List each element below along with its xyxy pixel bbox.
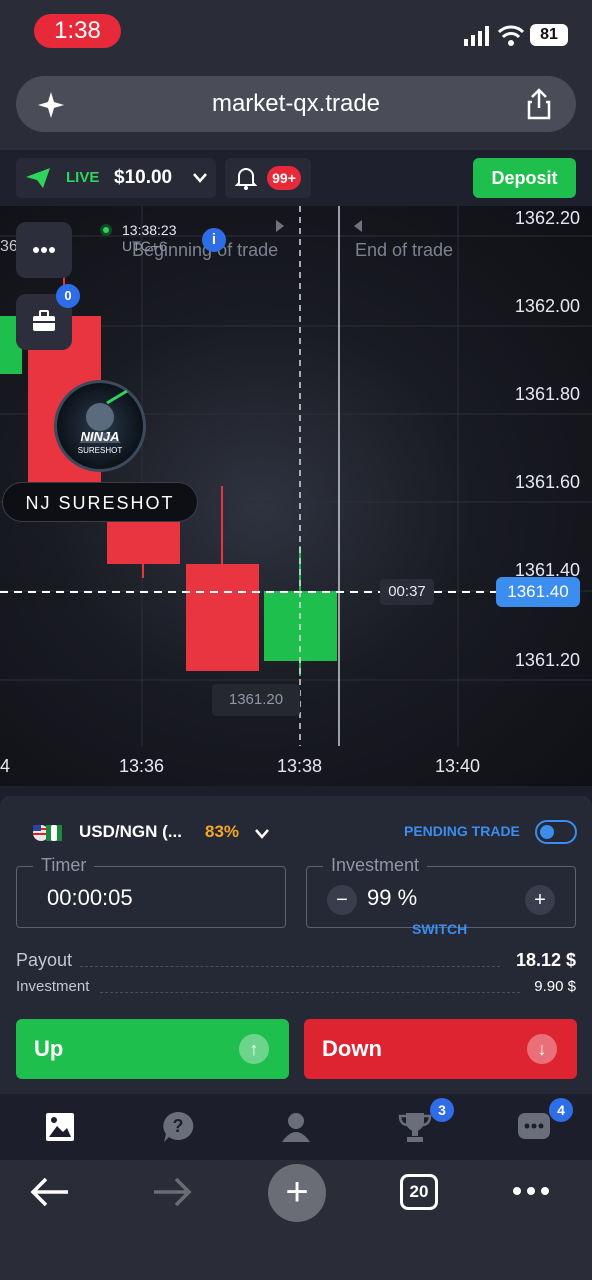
- up-label: Up: [34, 1036, 64, 1061]
- investment-label: Investment: [323, 855, 428, 876]
- pending-trade-label: PENDING TRADE: [404, 823, 520, 839]
- trade-panel: USD/NGN (... 83% PENDING TRADE Timer 00:…: [0, 796, 592, 1094]
- account-selector[interactable]: LIVE $10.00: [16, 158, 216, 198]
- ninja-mascot-icon: NINJA SURESHOT: [78, 389, 128, 455]
- payout-label: Payout: [16, 950, 73, 970]
- price-tick: 1361.80: [514, 384, 580, 404]
- time-tick: 13:36: [119, 756, 165, 776]
- currency-flags-icon[interactable]: [32, 824, 64, 842]
- paper-plane-icon: [26, 168, 50, 188]
- pending-trade-toggle[interactable]: [535, 820, 577, 844]
- investment-value[interactable]: 99 %: [367, 885, 417, 911]
- tabs-button[interactable]: 20: [400, 1174, 438, 1210]
- price-tick: 1362.00: [514, 296, 580, 316]
- low-price-label: 1361.20: [212, 684, 300, 716]
- down-button[interactable]: Down ↓: [304, 1019, 577, 1079]
- investment-row-value: 9.90 $: [534, 978, 576, 995]
- notifications-button[interactable]: 99+: [225, 158, 311, 198]
- time-tick: 13:38: [277, 756, 323, 776]
- chat-badge: 4: [549, 1098, 573, 1122]
- chat-icon: [518, 1113, 550, 1139]
- arrow-up-icon: ↑: [239, 1034, 269, 1064]
- time-tick: 13:40: [435, 756, 481, 776]
- timer-field[interactable]: Timer 00:00:05: [16, 855, 286, 928]
- price-tick: 1361.20: [514, 650, 580, 670]
- info-icon[interactable]: i: [202, 228, 226, 252]
- time-tick: 4: [0, 756, 11, 776]
- down-label: Down: [322, 1036, 382, 1061]
- more-menu-icon[interactable]: [512, 1186, 550, 1196]
- browser-address-area: market-qx.trade: [0, 64, 592, 150]
- timer-label: Timer: [33, 855, 95, 876]
- wifi-icon: [498, 25, 524, 46]
- payout-divider: [80, 966, 500, 967]
- signal-icon: [464, 26, 489, 46]
- chat-button[interactable]: 4: [517, 1098, 573, 1144]
- status-time: 1:38: [34, 14, 121, 48]
- briefcase-icon: [33, 310, 55, 331]
- payout-value: 18.12 $: [515, 950, 576, 970]
- svg-text:SURESHOT: SURESHOT: [78, 446, 123, 455]
- portfolio-button[interactable]: 0: [16, 284, 80, 350]
- account-balance: $10.00: [114, 167, 173, 188]
- portfolio-badge: 0: [56, 284, 80, 308]
- asset-name[interactable]: USD/NGN (...: [79, 822, 182, 842]
- current-price-label: 1361.40: [496, 577, 580, 607]
- trading-header: LIVE $10.00 99+ Deposit: [0, 150, 592, 206]
- ninja-logo: NINJA SURESHOT: [54, 380, 146, 472]
- forward-arrow-icon[interactable]: [152, 1176, 192, 1208]
- watermark-name: NJ SURESHOT: [2, 482, 198, 522]
- svg-text:?: ?: [173, 1116, 184, 1136]
- chart-image-icon[interactable]: [43, 1110, 77, 1144]
- end-of-trade-label: End of trade: [355, 240, 454, 260]
- arrow-down-icon: ↓: [527, 1034, 557, 1064]
- live-dot-icon: [100, 224, 112, 236]
- bell-icon: [235, 168, 257, 190]
- browser-toolbar: + 20: [0, 1160, 592, 1280]
- profile-icon[interactable]: [279, 1110, 313, 1144]
- account-mode: LIVE: [66, 169, 100, 186]
- candle-4: [186, 564, 259, 671]
- share-icon[interactable]: [526, 88, 552, 120]
- trophy-badge: 3: [430, 1098, 454, 1122]
- investment-field[interactable]: Investment − 99 % +: [306, 855, 576, 928]
- up-button[interactable]: Up ↑: [16, 1019, 289, 1079]
- url-text[interactable]: market-qx.trade: [16, 76, 576, 132]
- price-chart[interactable]: 1362.20 1362.00 1361.80 1361.60 1361.40 …: [0, 206, 592, 786]
- investment-row-label: Investment: [16, 978, 90, 995]
- candle-countdown: 00:37: [380, 579, 434, 605]
- new-tab-button[interactable]: +: [268, 1164, 326, 1222]
- switch-button[interactable]: SWITCH: [412, 921, 467, 937]
- investment-divider: [100, 992, 520, 993]
- more-options-button[interactable]: [16, 222, 72, 278]
- app-bottom-nav: ? 3 4: [0, 1094, 592, 1160]
- address-bar[interactable]: market-qx.trade: [16, 76, 576, 132]
- price-tick: 1362.20: [514, 208, 580, 228]
- trophy-button[interactable]: 3: [398, 1098, 454, 1144]
- chevron-down-icon[interactable]: [254, 828, 270, 840]
- ellipsis-icon: [33, 247, 55, 253]
- battery-indicator: 81: [530, 24, 568, 46]
- help-icon[interactable]: ?: [161, 1110, 195, 1144]
- notification-badge: 99+: [267, 166, 301, 190]
- status-bar: 1:38 81: [0, 0, 592, 64]
- asset-payout-percent: 83%: [205, 822, 240, 841]
- svg-text:NINJA: NINJA: [80, 429, 119, 444]
- trophy-icon: [398, 1113, 432, 1142]
- chart-clock: 13:38:23 UTC+6: [122, 222, 177, 254]
- back-arrow-icon[interactable]: [30, 1176, 70, 1208]
- timer-value[interactable]: 00:00:05: [47, 885, 133, 911]
- price-tick: 1361.60: [514, 472, 580, 492]
- chevron-down-icon: [193, 173, 207, 183]
- increase-investment-button[interactable]: +: [525, 885, 555, 915]
- decrease-investment-button[interactable]: −: [327, 885, 357, 915]
- deposit-button[interactable]: Deposit: [473, 158, 576, 198]
